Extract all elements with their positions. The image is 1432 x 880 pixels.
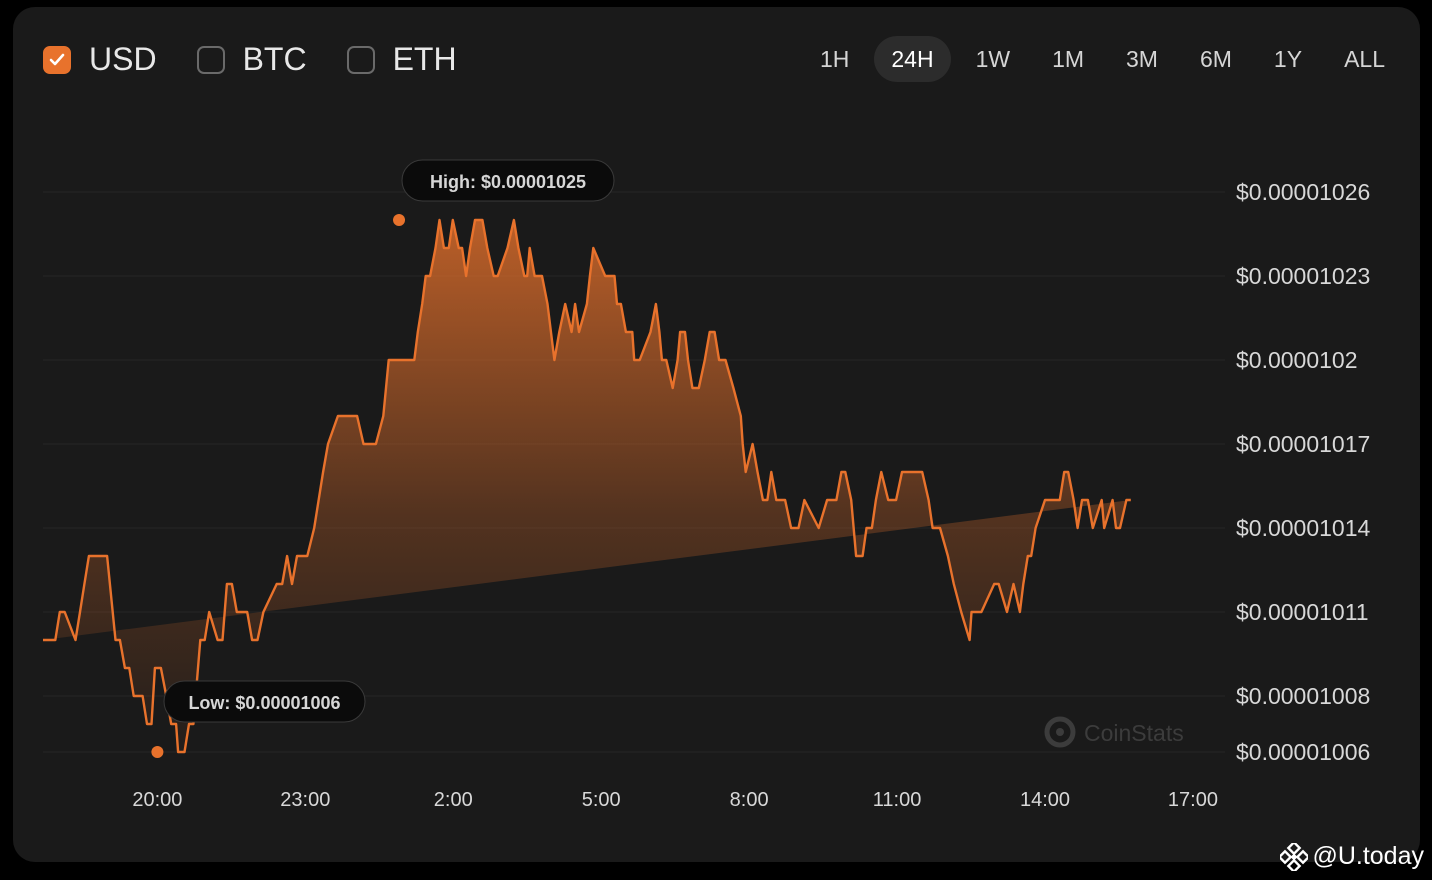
high-marker	[393, 214, 406, 226]
low-tooltip-label: Low: $0.00001006	[188, 693, 340, 713]
x-axis-labels: 20:00 23:00 2:00 5:00 8:00 11:00 14:00 17:00	[132, 789, 1218, 811]
price-chart-card: USD BTC ETH 1H 24H 1W 1M 3M 6M 1Y ALL Co…	[13, 7, 1420, 862]
x-tick-label: 20:00	[132, 789, 182, 811]
x-tick-label: 23:00	[280, 789, 330, 811]
y-tick-label: $0.0000102	[1236, 347, 1358, 373]
y-axis-labels: $0.00001006 $0.00001008 $0.00001011 $0.0000…	[1236, 179, 1371, 765]
x-tick-label: 14:00	[1020, 789, 1070, 811]
y-tick-label: $0.00001014	[1236, 515, 1371, 541]
x-tick-label: 8:00	[730, 789, 769, 811]
x-tick-label: 17:00	[1168, 789, 1218, 811]
y-tick-label: $0.00001023	[1236, 263, 1370, 289]
y-tick-label: $0.00001017	[1236, 431, 1370, 457]
x-tick-label: 5:00	[582, 789, 621, 811]
x-tick-label: 11:00	[873, 789, 922, 811]
coinstats-watermark: CoinStats	[1044, 716, 1184, 748]
y-tick-label: $0.00001011	[1236, 599, 1369, 625]
low-marker	[151, 746, 164, 758]
binance-logo-icon	[1280, 842, 1309, 871]
utoday-badge[interactable]: @ U.today	[1280, 842, 1424, 871]
coinstats-logo-icon	[1044, 716, 1076, 748]
price-area-chart: CoinStats $0.00001006$0.00001008$0.00001…	[43, 159, 1371, 811]
y-tick-label: $0.00001026	[1236, 179, 1370, 205]
x-tick-label: 2:00	[434, 789, 473, 811]
y-tick-label: $0.00001008	[1236, 683, 1370, 709]
at-symbol: @	[1312, 842, 1338, 870]
watermark-text: CoinStats	[1084, 720, 1184, 746]
utoday-brand-label: U.today	[1337, 842, 1424, 870]
y-tick-label: $0.00001006	[1236, 739, 1370, 765]
high-tooltip-label: High: $0.00001025	[430, 172, 586, 192]
